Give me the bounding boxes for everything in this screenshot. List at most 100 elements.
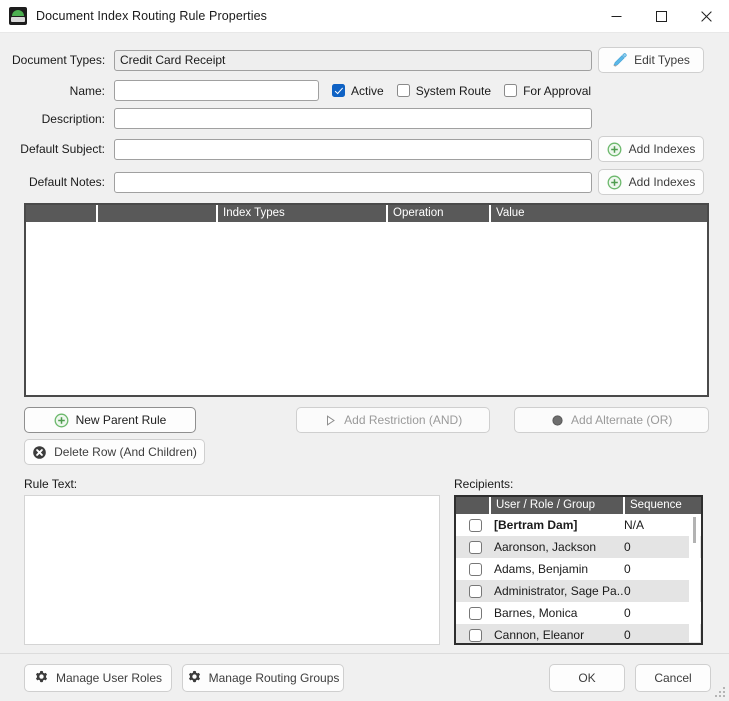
plus-circle-icon bbox=[607, 142, 622, 156]
pencil-icon bbox=[613, 52, 627, 67]
plus-circle-icon bbox=[54, 413, 69, 427]
system-route-checkbox[interactable]: System Route bbox=[396, 83, 492, 98]
gear-icon bbox=[188, 670, 200, 683]
system-route-checkbox-box bbox=[396, 84, 410, 97]
recipient-name: Adams, Benjamin bbox=[494, 562, 589, 576]
rule-text-label: Rule Text: bbox=[24, 477, 78, 491]
circle-icon bbox=[552, 414, 563, 426]
delete-row-button[interactable]: Delete Row (And Children) bbox=[24, 439, 205, 465]
recipients-list[interactable]: User / Role / Group Sequence [Bertram Da… bbox=[454, 495, 703, 645]
for-approval-checkbox[interactable]: For Approval bbox=[504, 84, 591, 98]
form-section: Document Types: Edit Types Name: Active bbox=[0, 33, 729, 195]
new-parent-rule-label: New Parent Rule bbox=[75, 413, 167, 427]
recipient-checkbox-box bbox=[468, 540, 482, 554]
default-notes-label: Default Notes: bbox=[28, 175, 105, 189]
add-alternate-button[interactable]: Add Alternate (OR) bbox=[514, 407, 710, 433]
window-controls bbox=[594, 0, 729, 32]
list-item[interactable]: Adams, Benjamin 0 bbox=[456, 558, 701, 580]
rule-grid-header: Index Types Operation Value bbox=[26, 205, 707, 222]
new-parent-rule-button[interactable]: New Parent Rule bbox=[24, 407, 196, 433]
manage-user-roles-label: Manage User Roles bbox=[55, 670, 163, 685]
manage-routing-groups-button[interactable]: Manage Routing Groups bbox=[182, 663, 344, 692]
list-item[interactable]: Aaronson, Jackson 0 bbox=[456, 536, 701, 558]
grid-col-operation[interactable]: Operation bbox=[386, 205, 489, 222]
recipient-name: Aaronson, Jackson bbox=[494, 540, 597, 554]
name-label: Name: bbox=[69, 83, 105, 98]
active-checkbox[interactable]: Active bbox=[332, 84, 384, 98]
list-item[interactable]: Cannon, Eleanor 0 bbox=[456, 624, 701, 643]
footer-bar: Manage User Roles Manage Routing Groups … bbox=[0, 653, 729, 701]
recipients-col-check[interactable] bbox=[456, 497, 489, 514]
rule-buttons-section: New Parent Rule Add Restriction (AND) Ad… bbox=[0, 397, 729, 465]
add-restriction-label: Add Restriction (AND) bbox=[344, 413, 463, 427]
grid-col-0[interactable] bbox=[26, 205, 96, 222]
recipient-checkbox[interactable] bbox=[456, 540, 494, 554]
default-notes-input[interactable] bbox=[114, 171, 592, 193]
manage-routing-groups-label: Manage Routing Groups bbox=[208, 670, 340, 685]
document-types-input[interactable] bbox=[114, 49, 592, 71]
default-subject-input[interactable] bbox=[114, 138, 592, 160]
recipient-name: Administrator, Sage Pa... bbox=[494, 584, 624, 598]
recipient-checkbox[interactable] bbox=[456, 518, 494, 532]
description-label: Description: bbox=[41, 111, 105, 126]
recipient-checkbox-box bbox=[468, 584, 482, 598]
rule-text-pane: Rule Text: bbox=[24, 477, 440, 648]
recipients-col-user[interactable]: User / Role / Group bbox=[489, 497, 623, 514]
rule-conditions-grid[interactable]: Index Types Operation Value bbox=[24, 203, 709, 397]
for-approval-checkbox-label: For Approval bbox=[523, 83, 592, 98]
edit-types-button[interactable]: Edit Types bbox=[598, 47, 704, 73]
active-checkbox-label: Active bbox=[351, 83, 384, 98]
add-restriction-button[interactable]: Add Restriction (AND) bbox=[295, 407, 491, 433]
recipients-col-sequence[interactable]: Sequence bbox=[623, 497, 701, 514]
recipient-checkbox[interactable] bbox=[456, 628, 494, 642]
ok-button[interactable]: OK bbox=[549, 663, 625, 692]
row-document-types: Document Types: Edit Types bbox=[12, 47, 709, 73]
recipient-name: Barnes, Monica bbox=[494, 606, 578, 620]
recipients-scrollbar-thumb[interactable] bbox=[693, 517, 696, 543]
grid-col-value[interactable]: Value bbox=[489, 205, 707, 222]
gear-icon bbox=[35, 670, 47, 683]
recipient-checkbox-box bbox=[468, 606, 482, 620]
default-subject-label: Default Subject: bbox=[20, 142, 105, 156]
row-description: Description: bbox=[12, 108, 709, 129]
list-item[interactable]: Administrator, Sage Pa... 0 bbox=[456, 580, 701, 602]
manage-user-roles-button[interactable]: Manage User Roles bbox=[24, 663, 172, 692]
add-indexes-subject-button[interactable]: Add Indexes bbox=[598, 136, 704, 162]
recipient-checkbox-box bbox=[468, 518, 482, 532]
add-indexes-notes-button[interactable]: Add Indexes bbox=[598, 169, 704, 195]
rule-text-area[interactable] bbox=[24, 495, 440, 645]
window-title: Document Index Routing Rule Properties bbox=[36, 9, 268, 23]
lower-section: Rule Text: Recipients: User / Role / Gro… bbox=[0, 465, 729, 648]
delete-row-label: Delete Row (And Children) bbox=[54, 445, 197, 459]
grid-col-1[interactable] bbox=[96, 205, 216, 222]
grid-col-index-types[interactable]: Index Types bbox=[216, 205, 386, 222]
delete-circle-icon bbox=[33, 445, 46, 459]
row-default-notes: Default Notes: Add Indexes bbox=[12, 169, 709, 195]
row-name: Name: Active System Route For Approval bbox=[12, 80, 709, 101]
recipient-checkbox-box bbox=[468, 628, 482, 642]
close-icon[interactable] bbox=[684, 0, 729, 32]
minimize-icon[interactable] bbox=[594, 0, 639, 32]
row-default-subject: Default Subject: Add Indexes bbox=[12, 136, 709, 162]
recipient-checkbox[interactable] bbox=[456, 584, 494, 598]
list-item[interactable]: Barnes, Monica 0 bbox=[456, 602, 701, 624]
name-input[interactable] bbox=[114, 80, 319, 101]
list-item[interactable]: [Bertram Dam] N/A bbox=[456, 514, 701, 536]
recipient-checkbox[interactable] bbox=[456, 606, 494, 620]
resize-grip[interactable] bbox=[714, 686, 726, 698]
system-route-checkbox-label: System Route bbox=[415, 83, 492, 98]
recipients-pane: Recipients: User / Role / Group Sequence… bbox=[454, 477, 703, 648]
cancel-button[interactable]: Cancel bbox=[635, 663, 711, 692]
document-types-label: Document Types: bbox=[12, 53, 106, 67]
recipient-name: Cannon, Eleanor bbox=[494, 628, 585, 642]
recipient-checkbox[interactable] bbox=[456, 562, 494, 576]
maximize-icon[interactable] bbox=[639, 0, 684, 32]
recipient-name: [Bertram Dam] bbox=[494, 518, 578, 532]
recipient-checkbox-box bbox=[468, 562, 482, 576]
description-input[interactable] bbox=[114, 108, 592, 129]
app-icon bbox=[9, 7, 27, 25]
triangle-right-icon bbox=[327, 414, 336, 426]
recipients-label: Recipients: bbox=[454, 477, 514, 491]
add-indexes-subject-label: Add Indexes bbox=[628, 142, 696, 156]
recipients-scrollbar[interactable] bbox=[689, 515, 700, 642]
